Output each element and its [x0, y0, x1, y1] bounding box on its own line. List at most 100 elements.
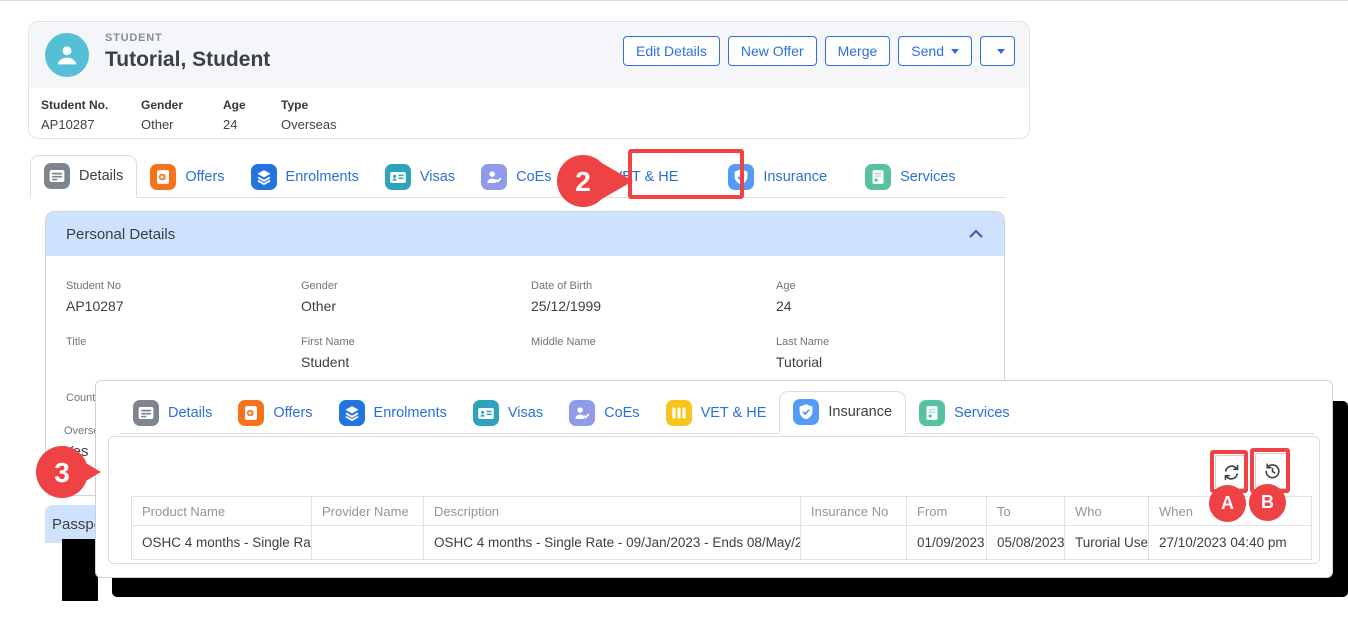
popup-tab-details[interactable]: Details [120, 393, 225, 433]
panel-title: Personal Details [66, 226, 175, 243]
tab-label: Offers [185, 169, 224, 185]
offers-icon [238, 400, 264, 426]
student-header-card: STUDENT Tutorial, Student Edit Details N… [28, 21, 1030, 139]
col-who[interactable]: Who [1065, 497, 1149, 526]
table-header-row: Product Name Provider Name Description I… [132, 497, 1312, 526]
tab-vet-he[interactable]: VET & HE [565, 157, 692, 197]
col-from[interactable]: From [907, 497, 987, 526]
popup-tab-coes[interactable]: CoEs [556, 393, 652, 433]
student-summary-bar: Student No. AP10287 Gender Other Age 24 … [29, 88, 1029, 138]
refresh-icon [1222, 463, 1241, 482]
more-actions-button[interactable] [980, 36, 1015, 66]
tab-label: Enrolments [286, 169, 359, 185]
summary-label: Gender [141, 98, 183, 112]
tab-label: CoEs [604, 405, 639, 421]
summary-label: Student No. [41, 98, 108, 112]
col-provider-name[interactable]: Provider Name [312, 497, 424, 526]
tab-label: Details [168, 405, 212, 421]
tab-coes[interactable]: CoEs [468, 157, 564, 197]
tab-visas[interactable]: Visas [372, 157, 468, 197]
field-last-name: Last Name Tutorial [776, 336, 829, 370]
popup-tab-bar: Details Offers Enrolments Visas CoEs VET… [120, 393, 1314, 434]
enrolments-icon [339, 400, 365, 426]
header-top-strip: STUDENT Tutorial, Student Edit Details N… [29, 22, 1029, 88]
summary-gender: Gender Other [141, 98, 183, 132]
send-button-label: Send [911, 43, 944, 59]
cell-insurance-no [801, 526, 907, 560]
popup-tab-services[interactable]: Services [906, 393, 1023, 433]
col-description[interactable]: Description [424, 497, 801, 526]
history-button[interactable] [1255, 453, 1289, 489]
entity-type-label: STUDENT [105, 32, 163, 44]
student-avatar [45, 33, 89, 77]
details-icon [44, 163, 70, 189]
tab-label: VET & HE [613, 169, 679, 185]
tab-label: VET & HE [701, 405, 767, 421]
details-icon [133, 400, 159, 426]
merge-button[interactable]: Merge [825, 36, 891, 66]
history-icon [1263, 462, 1282, 481]
cell-when: 27/10/2023 04:40 pm [1149, 526, 1312, 560]
caret-down-icon [951, 49, 959, 54]
personal-details-header[interactable]: Personal Details [46, 212, 1004, 256]
visas-icon [473, 400, 499, 426]
page-title: Tutorial, Student [105, 48, 270, 72]
tab-label: Offers [273, 405, 312, 421]
popup-tab-vet-he[interactable]: VET & HE [653, 393, 780, 433]
field-student-no: Student No AP10287 [66, 280, 124, 314]
person-icon [52, 40, 82, 70]
summary-age: Age 24 [223, 98, 246, 132]
tab-offers[interactable]: Offers [137, 157, 237, 197]
table-row[interactable]: OSHC 4 months - Single Rate OSHC 4 month… [132, 526, 1312, 560]
tab-label: Visas [508, 405, 543, 421]
edit-details-button[interactable]: Edit Details [623, 36, 720, 66]
tab-insurance[interactable]: Insurance [715, 157, 840, 197]
new-offer-button[interactable]: New Offer [728, 36, 817, 66]
summary-student-no: Student No. AP10287 [41, 98, 108, 132]
col-when[interactable]: When [1149, 497, 1312, 526]
popup-tab-insurance[interactable]: Insurance [779, 391, 906, 434]
popup-shadow-corner [62, 539, 98, 601]
tab-label: Insurance [763, 169, 827, 185]
visas-icon [385, 164, 411, 190]
summary-value: Other [141, 117, 183, 132]
cell-description: OSHC 4 months - Single Rate - 09/Jan/202… [424, 526, 801, 560]
chevron-up-icon[interactable] [968, 228, 984, 240]
coes-icon [481, 164, 507, 190]
summary-label: Type [281, 98, 337, 112]
cell-from: 01/09/2023 [907, 526, 987, 560]
cell-to: 05/08/2023 [987, 526, 1065, 560]
insurance-table: Product Name Provider Name Description I… [131, 496, 1312, 560]
popup-tab-enrolments[interactable]: Enrolments [326, 393, 460, 433]
offers-icon [150, 164, 176, 190]
popup-tab-visas[interactable]: Visas [460, 393, 556, 433]
tab-details[interactable]: Details [30, 155, 137, 198]
vet-icon [666, 400, 692, 426]
summary-label: Age [223, 98, 246, 112]
send-dropdown-button[interactable]: Send [898, 36, 972, 66]
main-tab-bar: Details Offers Enrolments Visas CoEs VET… [30, 155, 1006, 198]
vet-icon [578, 164, 604, 190]
tab-label: Insurance [828, 404, 892, 420]
cell-provider-name [312, 526, 424, 560]
summary-type: Type Overseas [281, 98, 337, 132]
tab-label: CoEs [516, 169, 551, 185]
tab-label: Services [900, 169, 956, 185]
insurance-icon [728, 164, 754, 190]
col-product-name[interactable]: Product Name [132, 497, 312, 526]
services-icon [865, 164, 891, 190]
coes-icon [569, 400, 595, 426]
tab-label: Services [954, 405, 1010, 421]
field-first-name: First Name Student [301, 336, 355, 370]
refresh-button[interactable] [1215, 455, 1247, 489]
tab-label: Enrolments [374, 405, 447, 421]
field-age: Age 24 [776, 280, 796, 314]
field-gender: Gender Other [301, 280, 338, 314]
col-to[interactable]: To [987, 497, 1065, 526]
summary-value: 24 [223, 117, 246, 132]
tab-enrolments[interactable]: Enrolments [238, 157, 372, 197]
tab-services[interactable]: Services [852, 157, 969, 197]
field-middle-name: Middle Name [531, 336, 596, 370]
col-insurance-no[interactable]: Insurance No [801, 497, 907, 526]
popup-tab-offers[interactable]: Offers [225, 393, 325, 433]
